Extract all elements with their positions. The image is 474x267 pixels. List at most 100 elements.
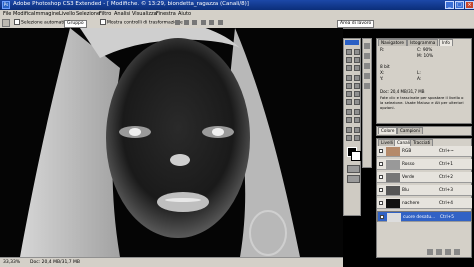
shape-tool-icon[interactable] xyxy=(354,117,360,123)
app-icon: Ps xyxy=(2,1,10,9)
show-transform-label: Mostra controlli di trasformazione xyxy=(107,20,183,26)
align-vcenter-icon[interactable] xyxy=(183,20,189,25)
menu-file[interactable]: File xyxy=(3,10,11,18)
load-selection-icon[interactable] xyxy=(427,249,433,255)
close-icon[interactable]: × xyxy=(465,1,474,9)
actions-dock-icon[interactable] xyxy=(364,83,370,89)
menu-immagine[interactable]: Immagine xyxy=(34,10,59,18)
eyedropper-tool-icon[interactable] xyxy=(354,127,360,133)
align-bottom-icon[interactable] xyxy=(192,20,198,25)
tab-info[interactable]: Info xyxy=(439,39,453,46)
workspace-dropdown[interactable]: Area di lavoro xyxy=(337,20,375,28)
info-hint: Fate clic e trascinate per spostare il l… xyxy=(380,95,464,110)
menu-modifica[interactable]: Modifica xyxy=(13,10,34,18)
auto-select-dropdown[interactable]: Gruppo xyxy=(64,20,87,28)
gradient-tool-icon[interactable] xyxy=(354,91,360,97)
title-bar: Ps Adobe Photoshop CS3 Extended - [ Modi… xyxy=(0,0,474,10)
slice-tool-icon[interactable] xyxy=(354,65,360,71)
blur-tool-icon[interactable] xyxy=(346,99,352,105)
tab-navigatore[interactable]: Navigatore xyxy=(378,39,407,46)
document-canvas[interactable] xyxy=(0,28,343,257)
eye-icon[interactable] xyxy=(379,201,383,205)
tab-istogramma[interactable]: Istogramma xyxy=(407,39,439,46)
dodge-tool-icon[interactable] xyxy=(354,99,360,105)
h-label: A: xyxy=(417,77,422,82)
histogram-dock-icon[interactable] xyxy=(364,53,370,59)
channel-thumbnail xyxy=(386,173,400,182)
align-top-icon[interactable] xyxy=(175,20,180,25)
eye-icon[interactable] xyxy=(379,175,383,179)
minimize-icon[interactable]: _ xyxy=(445,1,454,9)
history-dock-icon[interactable] xyxy=(364,73,370,79)
channel-thumbnail xyxy=(386,186,400,195)
eye-icon[interactable] xyxy=(379,162,383,166)
channel-thumbnail xyxy=(386,160,400,169)
channel-thumbnail xyxy=(386,147,400,156)
screen-mode-icon[interactable] xyxy=(347,175,360,183)
show-transform-checkbox[interactable]: Mostra controlli di trasformazione xyxy=(100,19,183,28)
trash-icon[interactable] xyxy=(454,249,460,255)
bit-label: 8 bit xyxy=(380,65,390,70)
channel-row-selected[interactable]: cuore desatu... Ctrl+5 xyxy=(377,211,472,222)
type-tool-icon[interactable] xyxy=(354,109,360,115)
save-selection-icon[interactable] xyxy=(436,249,442,255)
w-label: L: xyxy=(417,71,421,76)
magic-wand-tool-icon[interactable] xyxy=(354,57,360,63)
path-selection-tool-icon[interactable] xyxy=(346,117,352,123)
c-label: C: xyxy=(417,48,422,53)
menu-filtro[interactable]: Filtro xyxy=(99,10,111,18)
align-hcenter-icon[interactable] xyxy=(209,20,215,25)
channel-name: Verde xyxy=(402,175,415,180)
move-tool-icon[interactable] xyxy=(346,49,352,55)
notes-tool-icon[interactable] xyxy=(346,127,352,133)
background-color-swatch[interactable] xyxy=(351,151,361,161)
eye-icon[interactable] xyxy=(380,215,384,219)
healing-brush-tool-icon[interactable] xyxy=(346,75,352,81)
dock-icon-strip xyxy=(362,38,372,168)
channel-name: nachere xyxy=(402,201,420,206)
quick-mask-icon[interactable] xyxy=(347,165,360,173)
pen-tool-icon[interactable] xyxy=(346,109,352,115)
eye-icon[interactable] xyxy=(379,188,383,192)
align-right-icon[interactable] xyxy=(217,20,223,25)
channel-shortcut: Ctrl+~ xyxy=(439,149,454,154)
menu-analisi[interactable]: Analisi xyxy=(114,10,130,18)
info-dock-icon[interactable] xyxy=(364,63,370,69)
channel-row[interactable]: Verde Ctrl+2 xyxy=(377,172,472,183)
x-label: X: xyxy=(380,71,385,76)
channels-panel: Livelli Canali Tracciati RGB Ctrl+~ Ross… xyxy=(376,138,472,258)
channel-name: Rosso xyxy=(402,162,415,167)
menu-selezione[interactable]: Selezione xyxy=(76,10,100,18)
tab-tracciati[interactable]: Tracciati xyxy=(410,139,434,146)
info-doc-size: Doc: 20,4 MB/31,7 MB xyxy=(380,89,425,94)
m-label: M: xyxy=(417,54,423,59)
history-brush-tool-icon[interactable] xyxy=(354,83,360,89)
menu-visualizza[interactable]: Visualizza xyxy=(132,10,157,18)
channel-row[interactable]: Blu Ctrl+3 xyxy=(377,185,472,196)
crop-tool-icon[interactable] xyxy=(346,65,352,71)
eraser-tool-icon[interactable] xyxy=(346,91,352,97)
menu-finestra[interactable]: Finestra xyxy=(156,10,176,18)
new-channel-icon[interactable] xyxy=(445,249,451,255)
align-buttons xyxy=(175,20,243,26)
channel-name: RGB xyxy=(402,149,412,154)
brush-tool-icon[interactable] xyxy=(354,75,360,81)
tab-colore[interactable]: Colore xyxy=(378,127,398,134)
clone-stamp-tool-icon[interactable] xyxy=(346,83,352,89)
auto-select-checkbox[interactable]: Selezione automatica: xyxy=(14,19,71,28)
hand-tool-icon[interactable] xyxy=(346,135,352,141)
channel-row[interactable]: RGB Ctrl+~ xyxy=(377,146,472,157)
move-tool-icon[interactable] xyxy=(2,19,10,27)
channel-row[interactable]: nachere Ctrl+4 xyxy=(377,198,472,209)
zoom-tool-icon[interactable] xyxy=(354,135,360,141)
lasso-tool-icon[interactable] xyxy=(346,57,352,63)
menu-aiuto[interactable]: Aiuto xyxy=(178,10,191,18)
eye-icon[interactable] xyxy=(379,149,383,153)
navigator-dock-icon[interactable] xyxy=(364,43,370,49)
align-left-icon[interactable] xyxy=(200,20,206,25)
marquee-tool-icon[interactable] xyxy=(354,49,360,55)
menu-livello[interactable]: Livello xyxy=(59,10,75,18)
maximize-icon[interactable]: □ xyxy=(455,1,464,9)
tab-campioni[interactable]: Campioni xyxy=(397,127,423,134)
channel-row[interactable]: Rosso Ctrl+1 xyxy=(377,159,472,170)
